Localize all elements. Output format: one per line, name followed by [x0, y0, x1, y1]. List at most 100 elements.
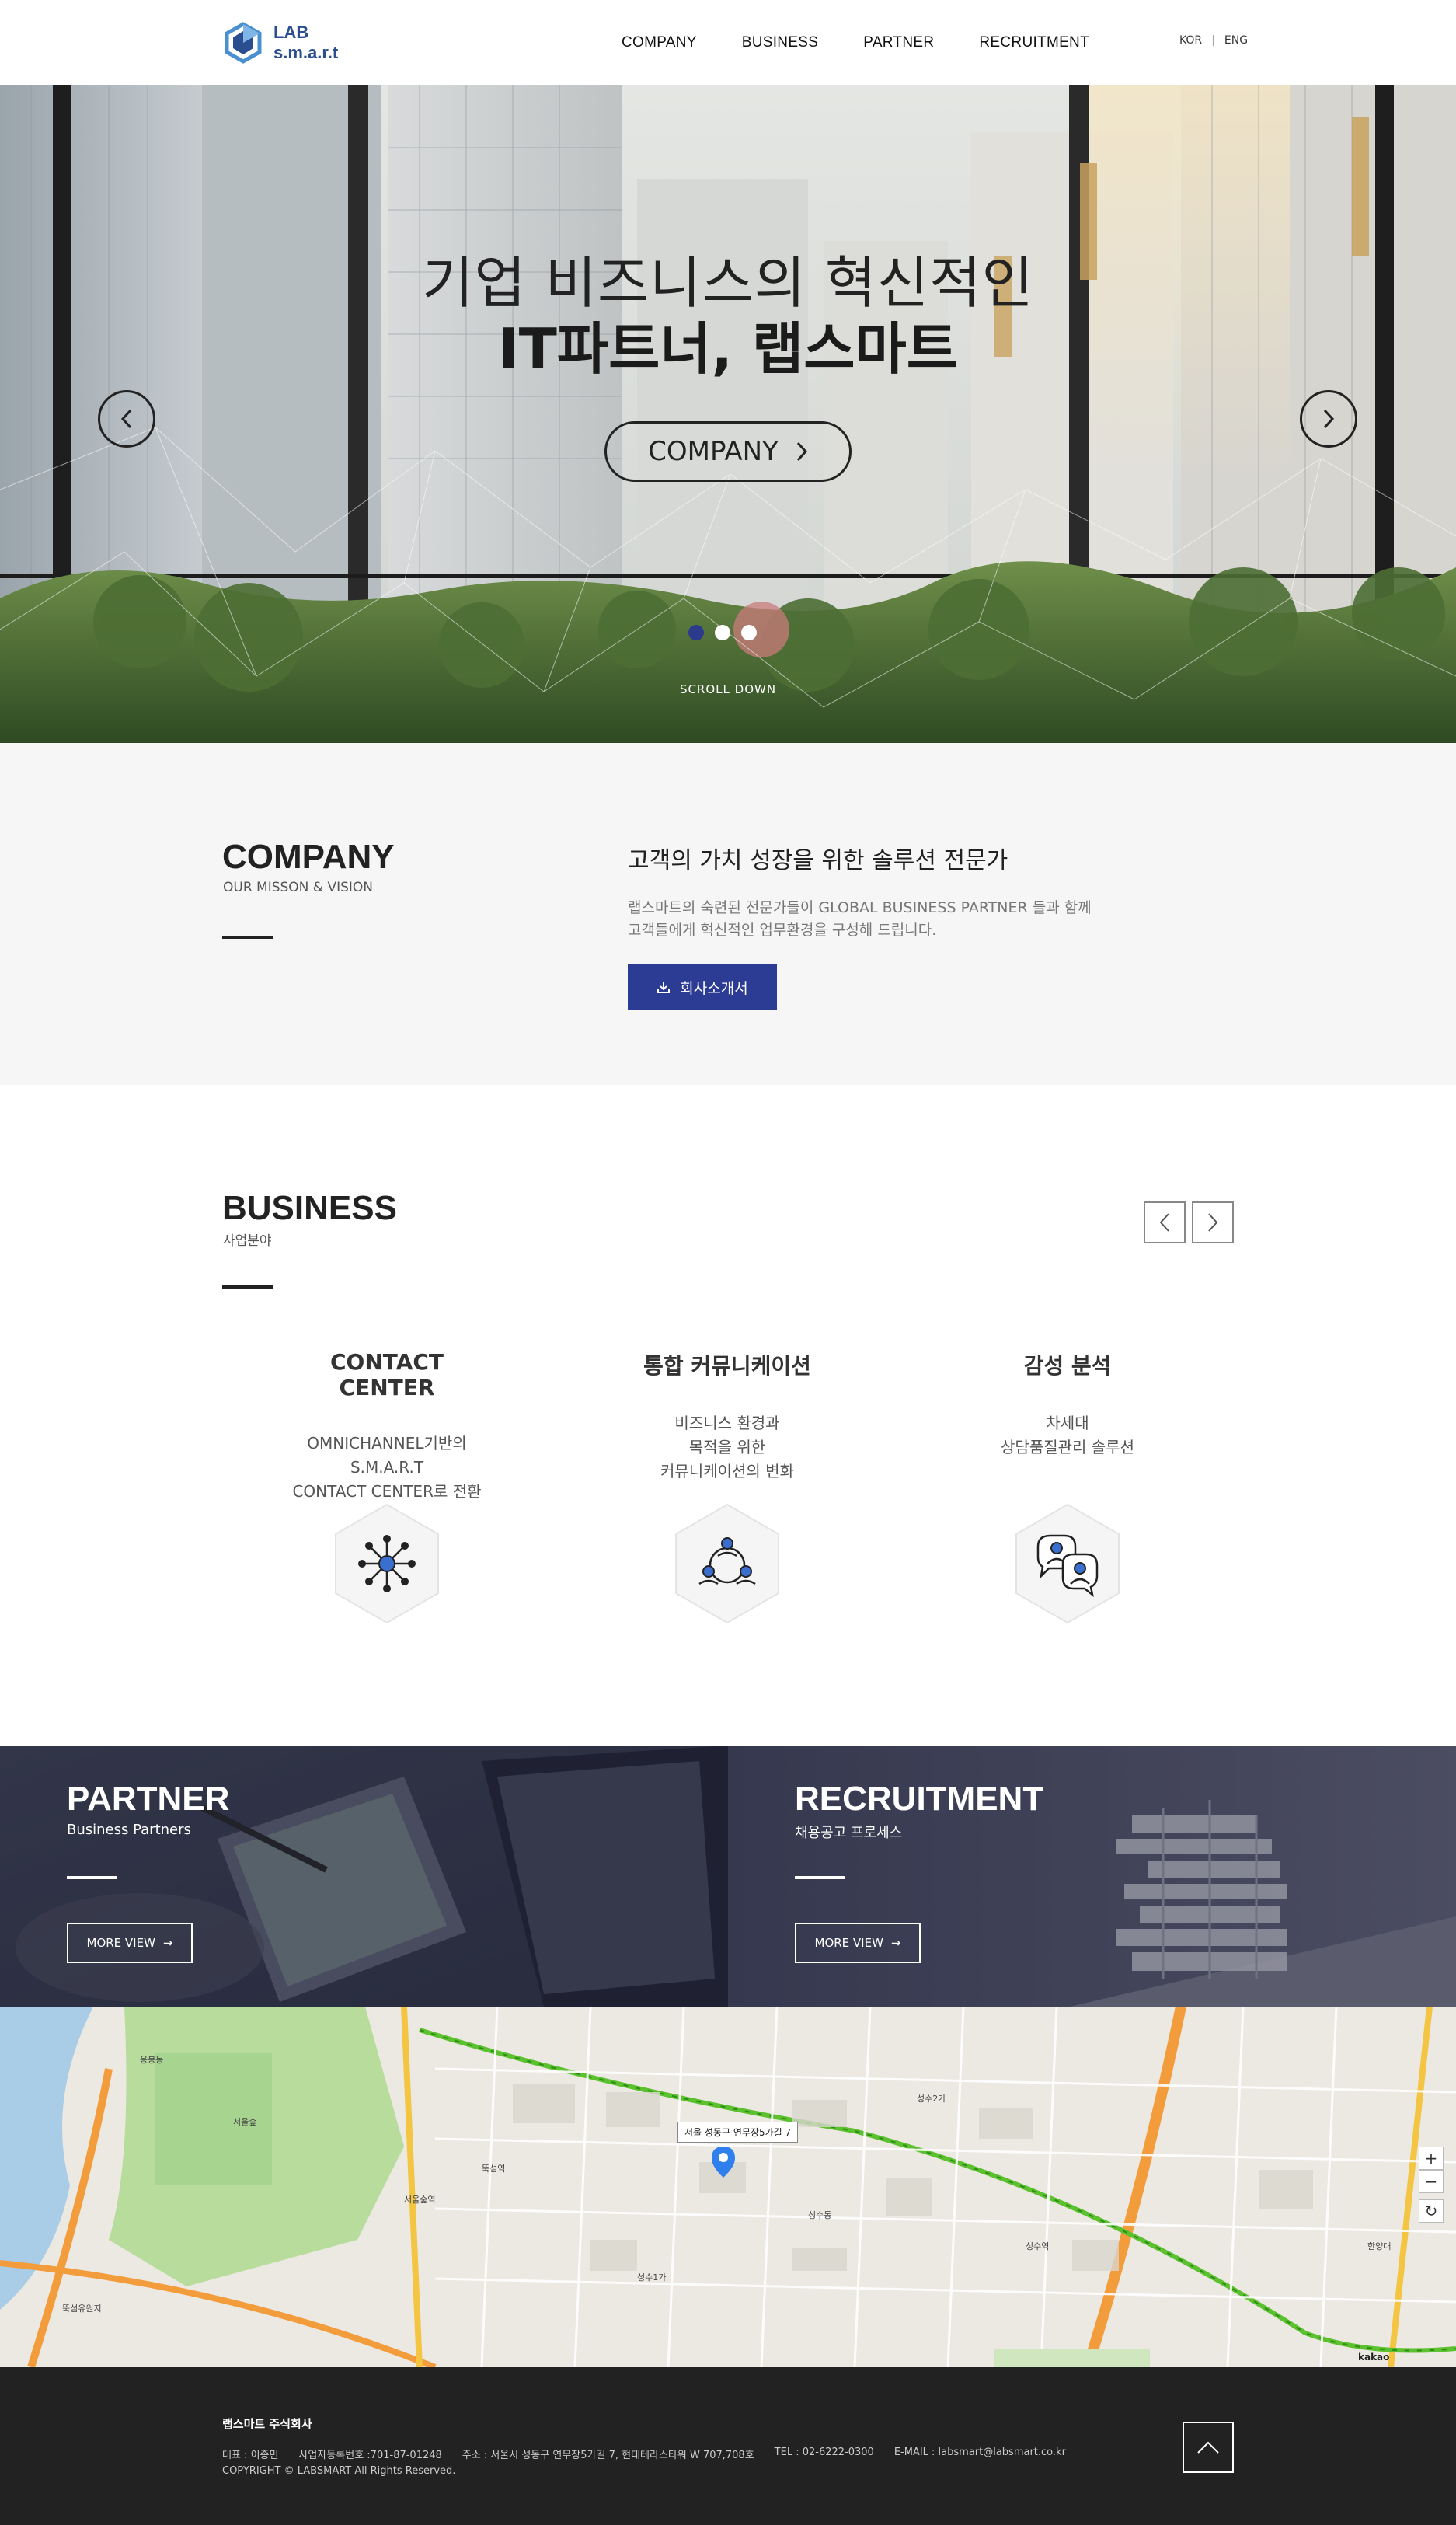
- map-address-tooltip: 서울 성동구 연무장5가길 7: [677, 2122, 799, 2143]
- business-card-sentiment-analysis[interactable]: 감성 분석 차세대 상담품질관리 솔루션: [967, 1349, 1169, 1460]
- chevron-right-icon: [796, 441, 807, 462]
- business-card-desc-line: CONTACT CENTER로 전환: [292, 1482, 482, 1501]
- map-label: 성수2가: [917, 2094, 946, 2104]
- hero-slider: 기업 비즈니스의 혁신적인 IT파트너, 랩스마트 COMPANY SCROLL…: [0, 85, 1456, 743]
- partner-banner[interactable]: PARTNER Business Partners MORE VIEW →: [0, 1746, 728, 2007]
- language-switch: KOR | ENG: [1179, 34, 1248, 47]
- business-card-desc: OMNICHANNEL기반의 S.M.A.R.T CONTACT CENTER로…: [286, 1432, 488, 1504]
- hero-dot-1[interactable]: [688, 625, 704, 640]
- refresh-icon: ↻: [1424, 2202, 1438, 2220]
- logo-line1: LAB: [273, 23, 309, 42]
- business-card-desc-line: 커뮤니케이션의 변화: [660, 1462, 794, 1480]
- business-card-desc-line: 차세대: [1046, 1414, 1089, 1432]
- business-card-desc-line: S.M.A.R.T: [350, 1458, 424, 1477]
- hero-dot-3[interactable]: [741, 625, 757, 640]
- recruitment-divider: [795, 1876, 845, 1879]
- business-prev-button[interactable]: [1144, 1201, 1186, 1243]
- hero-background-image: [0, 85, 1456, 743]
- nav-recruitment[interactable]: RECRUITMENT: [979, 34, 1089, 51]
- company-desc-line1: 랩스마트의 숙련된 전문가들이 GLOBAL BUSINESS PARTNER …: [628, 899, 1092, 916]
- map-label: 뚝섬유원지: [62, 2304, 102, 2314]
- footer-company-name: 랩스마트 주식회사: [222, 2417, 312, 2431]
- site-footer: 랩스마트 주식회사 대표 : 이종민 사업자등록번호 :701-87-01248…: [0, 2367, 1456, 2525]
- partner-more-view-button[interactable]: MORE VIEW →: [67, 1923, 193, 1963]
- map-zoom-out-button[interactable]: −: [1419, 2170, 1444, 2193]
- nav-company[interactable]: COMPANY: [622, 34, 697, 51]
- location-map[interactable]: 서울숲 성수동 뚝섬역 성수역 서울숲역 응봉동 성수2가 성수1가 한양대 뚝…: [0, 2007, 1456, 2367]
- map-label: 성수역: [1026, 2241, 1050, 2251]
- chevron-left-icon: [120, 409, 132, 429]
- business-card-unified-communication[interactable]: 통합 커뮤니케이션 비즈니스 환경과 목적을 위한 커뮤니케이션의 변화: [626, 1349, 828, 1484]
- chevron-left-icon: [1159, 1213, 1169, 1232]
- hero-next-button[interactable]: [1300, 390, 1357, 448]
- recruitment-title: RECRUITMENT: [795, 1780, 1044, 1818]
- network-icon: [335, 1503, 439, 1624]
- partner-title: PARTNER: [67, 1780, 230, 1818]
- arrow-right-icon: →: [890, 1936, 901, 1950]
- nav-business[interactable]: BUSINESS: [742, 34, 819, 51]
- download-brochure-label: 회사소개서: [680, 979, 748, 997]
- hero-prev-button[interactable]: [98, 390, 155, 448]
- map-label: 성수동: [808, 2210, 832, 2220]
- map-brand-logo: kakao: [1358, 2352, 1390, 2363]
- business-card-title: CONTACT CENTER: [329, 1349, 444, 1400]
- business-card-desc-line: 목적을 위한: [688, 1438, 766, 1456]
- lang-kor[interactable]: KOR: [1179, 34, 1202, 47]
- scroll-down-label[interactable]: SCROLL DOWN: [0, 682, 1456, 696]
- download-brochure-button[interactable]: 회사소개서: [628, 964, 777, 1010]
- footer-ceo: 대표 : 이종민: [222, 2450, 279, 2461]
- chevron-right-icon: [1323, 409, 1335, 429]
- chat-users-icon: [1015, 1503, 1120, 1624]
- chevron-right-icon: [1208, 1213, 1218, 1232]
- hero-company-button[interactable]: COMPANY: [604, 421, 852, 482]
- recruitment-more-view-label: MORE VIEW: [814, 1936, 883, 1950]
- business-card-title: 감성 분석: [1023, 1353, 1112, 1379]
- footer-address: 주소 : 서울시 성동구 연무장5가길 7, 현대테라스타워 W 707,708…: [462, 2450, 754, 2461]
- business-card-desc: 비즈니스 환경과 목적을 위한 커뮤니케이션의 변화: [626, 1411, 828, 1484]
- hero-company-button-label: COMPANY: [648, 436, 779, 467]
- business-section: BUSINESS 사업분야 CONTACT CENTER OMNICHANNEL…: [0, 1085, 1456, 1746]
- business-title: BUSINESS: [222, 1189, 397, 1227]
- main-nav: COMPANY BUSINESS PARTNER RECRUITMENT: [622, 0, 1134, 85]
- business-card-contact-center[interactable]: CONTACT CENTER OMNICHANNEL기반의 S.M.A.R.T …: [286, 1349, 488, 1504]
- nav-partner[interactable]: PARTNER: [863, 34, 934, 51]
- footer-email: E-MAIL : labsmart@labsmart.co.kr: [893, 2447, 1066, 2458]
- footer-copyright: COPYRIGHT © LABSMART All Rights Reserved…: [222, 2465, 456, 2477]
- business-subtitle: 사업분야: [223, 1233, 272, 1249]
- company-desc-line2: 고객들에게 혁신적인 업무환경을 구성해 드립니다.: [628, 922, 937, 939]
- hero-pagination: [688, 625, 768, 640]
- logo-text: LAB s.m.a.r.t: [273, 23, 338, 63]
- company-heading: 고객의 가치 성장을 위한 솔루션 전문가: [628, 847, 1008, 874]
- company-divider: [222, 936, 273, 939]
- site-header: LAB s.m.a.r.t COMPANY BUSINESS PARTNER R…: [0, 0, 1456, 85]
- map-pin-icon[interactable]: [712, 2147, 735, 2178]
- company-subtitle: OUR MISSON & VISION: [223, 880, 374, 895]
- logo-mark-icon: [225, 22, 262, 64]
- business-card-desc: 차세대 상담품질관리 솔루션: [967, 1411, 1169, 1460]
- map-label: 서울숲역: [404, 2195, 436, 2205]
- logo[interactable]: LAB s.m.a.r.t: [222, 16, 362, 70]
- company-section: COMPANY OUR MISSON & VISION 고객의 가치 성장을 위…: [0, 743, 1456, 1085]
- plus-icon: +: [1424, 2149, 1438, 2168]
- download-icon: [657, 982, 671, 993]
- business-card-desc-line: 비즈니스 환경과: [674, 1414, 780, 1432]
- map-label: 성수1가: [637, 2272, 667, 2283]
- map-reset-button[interactable]: ↻: [1419, 2199, 1444, 2223]
- business-card-title: 통합 커뮤니케이션: [643, 1353, 811, 1379]
- map-zoom-in-button[interactable]: +: [1419, 2147, 1444, 2170]
- business-divider: [222, 1285, 273, 1289]
- hero-dot-2[interactable]: [715, 625, 730, 640]
- logo-line2: s.m.a.r.t: [273, 43, 339, 62]
- lang-eng[interactable]: ENG: [1224, 34, 1248, 47]
- business-next-button[interactable]: [1192, 1201, 1234, 1243]
- hero-title-line2: IT파트너, 랩스마트: [497, 316, 958, 382]
- arrow-right-icon: →: [162, 1936, 173, 1950]
- partner-divider: [67, 1876, 117, 1879]
- map-label: 한양대: [1367, 2241, 1392, 2251]
- scroll-top-button[interactable]: [1183, 2422, 1234, 2473]
- partner-subtitle: Business Partners: [67, 1822, 191, 1838]
- recruitment-banner[interactable]: RECRUITMENT 채용공고 프로세스 MORE VIEW →: [728, 1746, 1456, 2007]
- footer-info: 대표 : 이종민 사업자등록번호 :701-87-01248 주소 : 서울시 …: [222, 2447, 1086, 2461]
- recruitment-more-view-button[interactable]: MORE VIEW →: [795, 1923, 921, 1963]
- recruitment-subtitle: 채용공고 프로세스: [795, 1825, 903, 1841]
